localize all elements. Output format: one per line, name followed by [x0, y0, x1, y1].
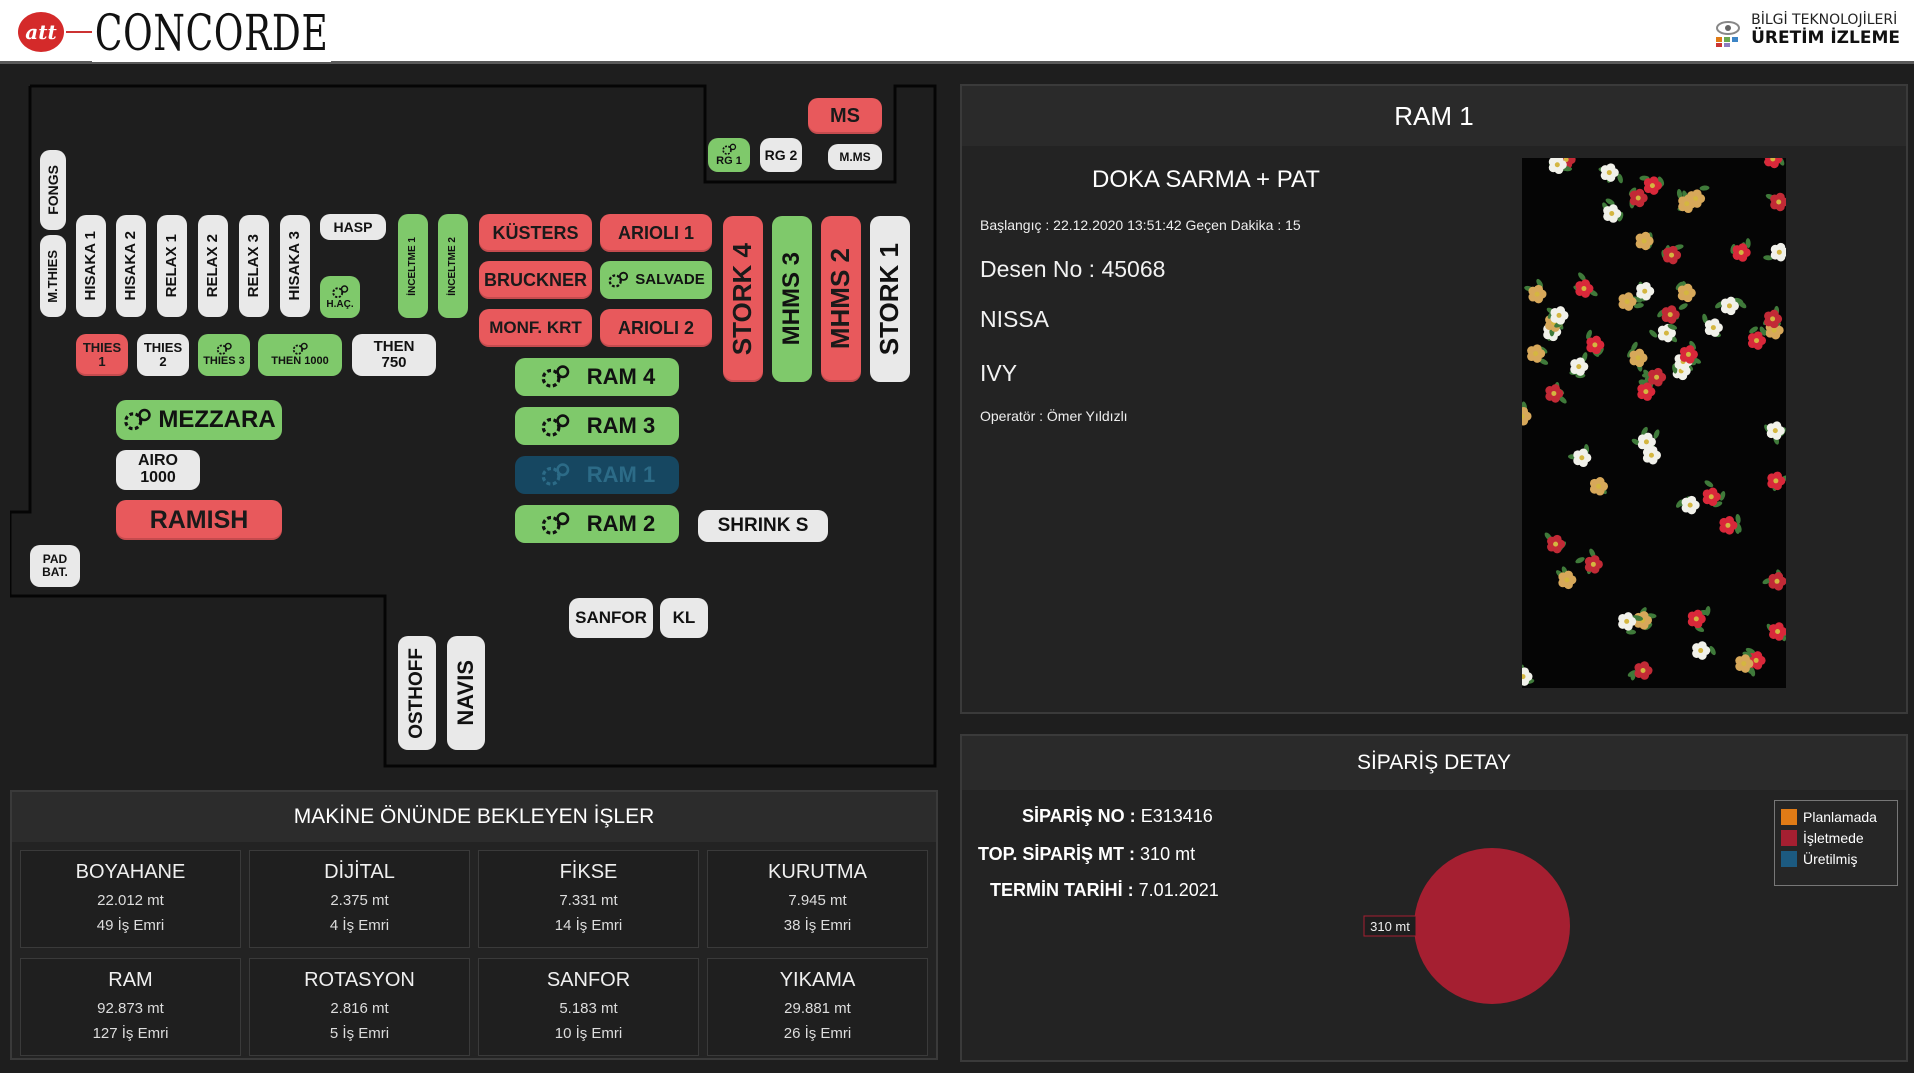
fabric-pattern-image	[1522, 158, 1786, 688]
order-total-row: TOP. SİPARİŞ MT : 310 mt	[978, 844, 1196, 864]
machine-mezzara[interactable]: MEZZARA	[116, 400, 282, 440]
job-card-yikama[interactable]: YIKAMA 29.881 mt 26 İş Emri	[707, 958, 928, 1056]
machine-stork1[interactable]: STORK 1	[870, 216, 910, 382]
desen-no: Desen No : 45068	[980, 256, 1166, 282]
machine-relax2[interactable]: RELAX 2	[198, 215, 228, 317]
machine-thies3[interactable]: THIES 3	[198, 334, 250, 376]
brand-title: ÜRETİM İZLEME	[1751, 28, 1900, 48]
order-deadline-row: TERMİN TARİHİ : 7.01.2021	[990, 880, 1219, 900]
machine-ram2[interactable]: RAM 2	[515, 505, 679, 543]
machine-inceltme1[interactable]: İNCELTME 1	[398, 214, 428, 318]
machine-bruckner[interactable]: BRUCKNER	[479, 261, 592, 299]
machine-mhms2[interactable]: MHMS 2	[821, 216, 861, 382]
eye-icon	[1716, 21, 1741, 47]
machine-relax1[interactable]: RELAX 1	[157, 215, 187, 317]
gear-icon	[332, 285, 349, 298]
job-card-ram[interactable]: RAM 92.873 mt 127 İş Emri	[20, 958, 241, 1056]
gear-icon	[539, 364, 571, 390]
process-name: DOKA SARMA + PAT	[1092, 166, 1320, 193]
machine-kusters[interactable]: KÜSTERS	[479, 214, 592, 252]
gear-icon	[539, 462, 571, 488]
gear-icon	[122, 407, 152, 433]
order-detail-panel: SİPARİŞ DETAY SİPARİŞ NO : E313416 TOP. …	[960, 734, 1908, 1062]
waiting-jobs-panel: MAKİNE ÖNÜNDE BEKLEYEN İŞLER BOYAHANE 22.…	[10, 790, 938, 1060]
machine-relax3[interactable]: RELAX 3	[239, 215, 269, 317]
waiting-jobs-title: MAKİNE ÖNÜNDE BEKLEYEN İŞLER	[12, 792, 936, 842]
machine-osthoff[interactable]: OSTHOFF	[398, 636, 436, 750]
machine-thies2[interactable]: THIES 2	[137, 334, 189, 376]
operator: Operatör : Ömer Yıldızlı	[980, 408, 1128, 424]
machine-hac[interactable]: H.AÇ.	[320, 276, 360, 318]
brand-block: BİLGİ TEKNOLOJİLERİ ÜRETİM İZLEME	[1716, 12, 1900, 48]
machine-monfkrt[interactable]: MONF. KRT	[479, 309, 592, 347]
machine-fongs[interactable]: FONGS	[40, 150, 66, 230]
machine-padbat[interactable]: PAD BAT.	[30, 545, 80, 587]
machine-mms[interactable]: M.MS	[828, 144, 882, 170]
machine-mhms3[interactable]: MHMS 3	[772, 216, 812, 382]
machine-hisaka1[interactable]: HISAKA 1	[76, 215, 106, 317]
gear-icon	[216, 342, 232, 355]
brand-subtitle: BİLGİ TEKNOLOJİLERİ	[1751, 12, 1898, 28]
design-name: NISSA	[980, 306, 1050, 332]
app-header: att CONCORDE BİLGİ TEKNOLOJİLERİ ÜRETİM …	[0, 0, 1914, 64]
job-card-sanfor[interactable]: SANFOR 5.183 mt 10 İş Emri	[478, 958, 699, 1056]
machine-navis[interactable]: NAVIS	[447, 636, 485, 750]
start-info: Başlangıç : 22.12.2020 13:51:42 Geçen Da…	[980, 217, 1301, 233]
machine-arioli2[interactable]: ARIOLI 2	[600, 309, 712, 347]
order-pie-chart: 310 mt	[1363, 848, 1570, 1004]
machine-ram3[interactable]: RAM 3	[515, 407, 679, 445]
machine-ms[interactable]: MS	[808, 98, 882, 134]
panel-title: RAM 1	[962, 86, 1906, 146]
svg-text:310 mt: 310 mt	[1370, 919, 1410, 934]
job-card-fikse[interactable]: FİKSE 7.331 mt 14 İş Emri	[478, 850, 699, 948]
machine-stork4[interactable]: STORK 4	[723, 216, 763, 382]
concorde-logo: CONCORDE	[92, 4, 332, 62]
chart-legend: Planlamada İşletmede Üretilmiş	[1774, 800, 1898, 886]
machine-airo1000[interactable]: AIRO 1000	[116, 450, 200, 490]
machine-rg1[interactable]: RG 1	[708, 138, 750, 172]
gear-icon	[607, 270, 629, 290]
gear-icon	[292, 342, 308, 355]
att-logo: att	[18, 12, 64, 52]
job-card-dijital[interactable]: DİJİTAL 2.375 mt 4 İş Emri	[249, 850, 470, 948]
pie-slice-i̇şletmede[interactable]	[1414, 848, 1570, 1004]
machine-hasp[interactable]: HASP	[320, 214, 386, 240]
legend-item-planlamada: Planlamada	[1781, 809, 1891, 825]
job-card-rotasyon[interactable]: ROTASYON 2.816 mt 5 İş Emri	[249, 958, 470, 1056]
legend-item-isletmede: İşletmede	[1781, 830, 1891, 846]
job-card-kurutma[interactable]: KURUTMA 7.945 mt 38 İş Emri	[707, 850, 928, 948]
machine-arioli1[interactable]: ARIOLI 1	[600, 214, 712, 252]
machine-ramish[interactable]: RAMISH	[116, 500, 282, 540]
pie-data-label: 310 mt	[1363, 915, 1417, 937]
legend-item-uretilmis: Üretilmiş	[1781, 851, 1891, 867]
machine-inceltme2[interactable]: İNCELTME 2	[438, 214, 468, 318]
gear-icon	[539, 511, 571, 537]
job-card-boyahane[interactable]: BOYAHANE 22.012 mt 49 İş Emri	[20, 850, 241, 948]
machine-hisaka2[interactable]: HISAKA 2	[116, 215, 146, 317]
machine-detail-panel: RAM 1 DOKA SARMA + PAT Başlangıç : 22.12…	[960, 84, 1908, 714]
machine-shrinks[interactable]: SHRINK S	[698, 510, 828, 542]
design-variant: IVY	[980, 360, 1018, 386]
machine-thies1[interactable]: THIES 1	[76, 334, 128, 376]
gear-icon	[539, 413, 571, 439]
machine-sanfor[interactable]: SANFOR	[569, 598, 653, 638]
order-detail-title: SİPARİŞ DETAY	[962, 736, 1906, 790]
machine-ram4[interactable]: RAM 4	[515, 358, 679, 396]
machine-ram1-selected[interactable]: RAM 1	[515, 456, 679, 494]
machine-then1000[interactable]: THEN 1000	[258, 334, 342, 376]
waiting-jobs-grid: BOYAHANE 22.012 mt 49 İş Emri DİJİTAL 2.375…	[20, 850, 928, 1056]
order-no-row: SİPARİŞ NO : E313416	[1022, 806, 1213, 826]
gear-icon	[722, 143, 737, 155]
machine-hisaka3[interactable]: HISAKA 3	[280, 215, 310, 317]
machine-mthies[interactable]: M.THIES	[40, 235, 66, 317]
machine-kl[interactable]: KL	[660, 598, 708, 638]
machine-salvade[interactable]: SALVADE	[600, 261, 712, 299]
machine-then750[interactable]: THEN 750	[352, 334, 436, 376]
machine-rg2[interactable]: RG 2	[760, 138, 802, 172]
